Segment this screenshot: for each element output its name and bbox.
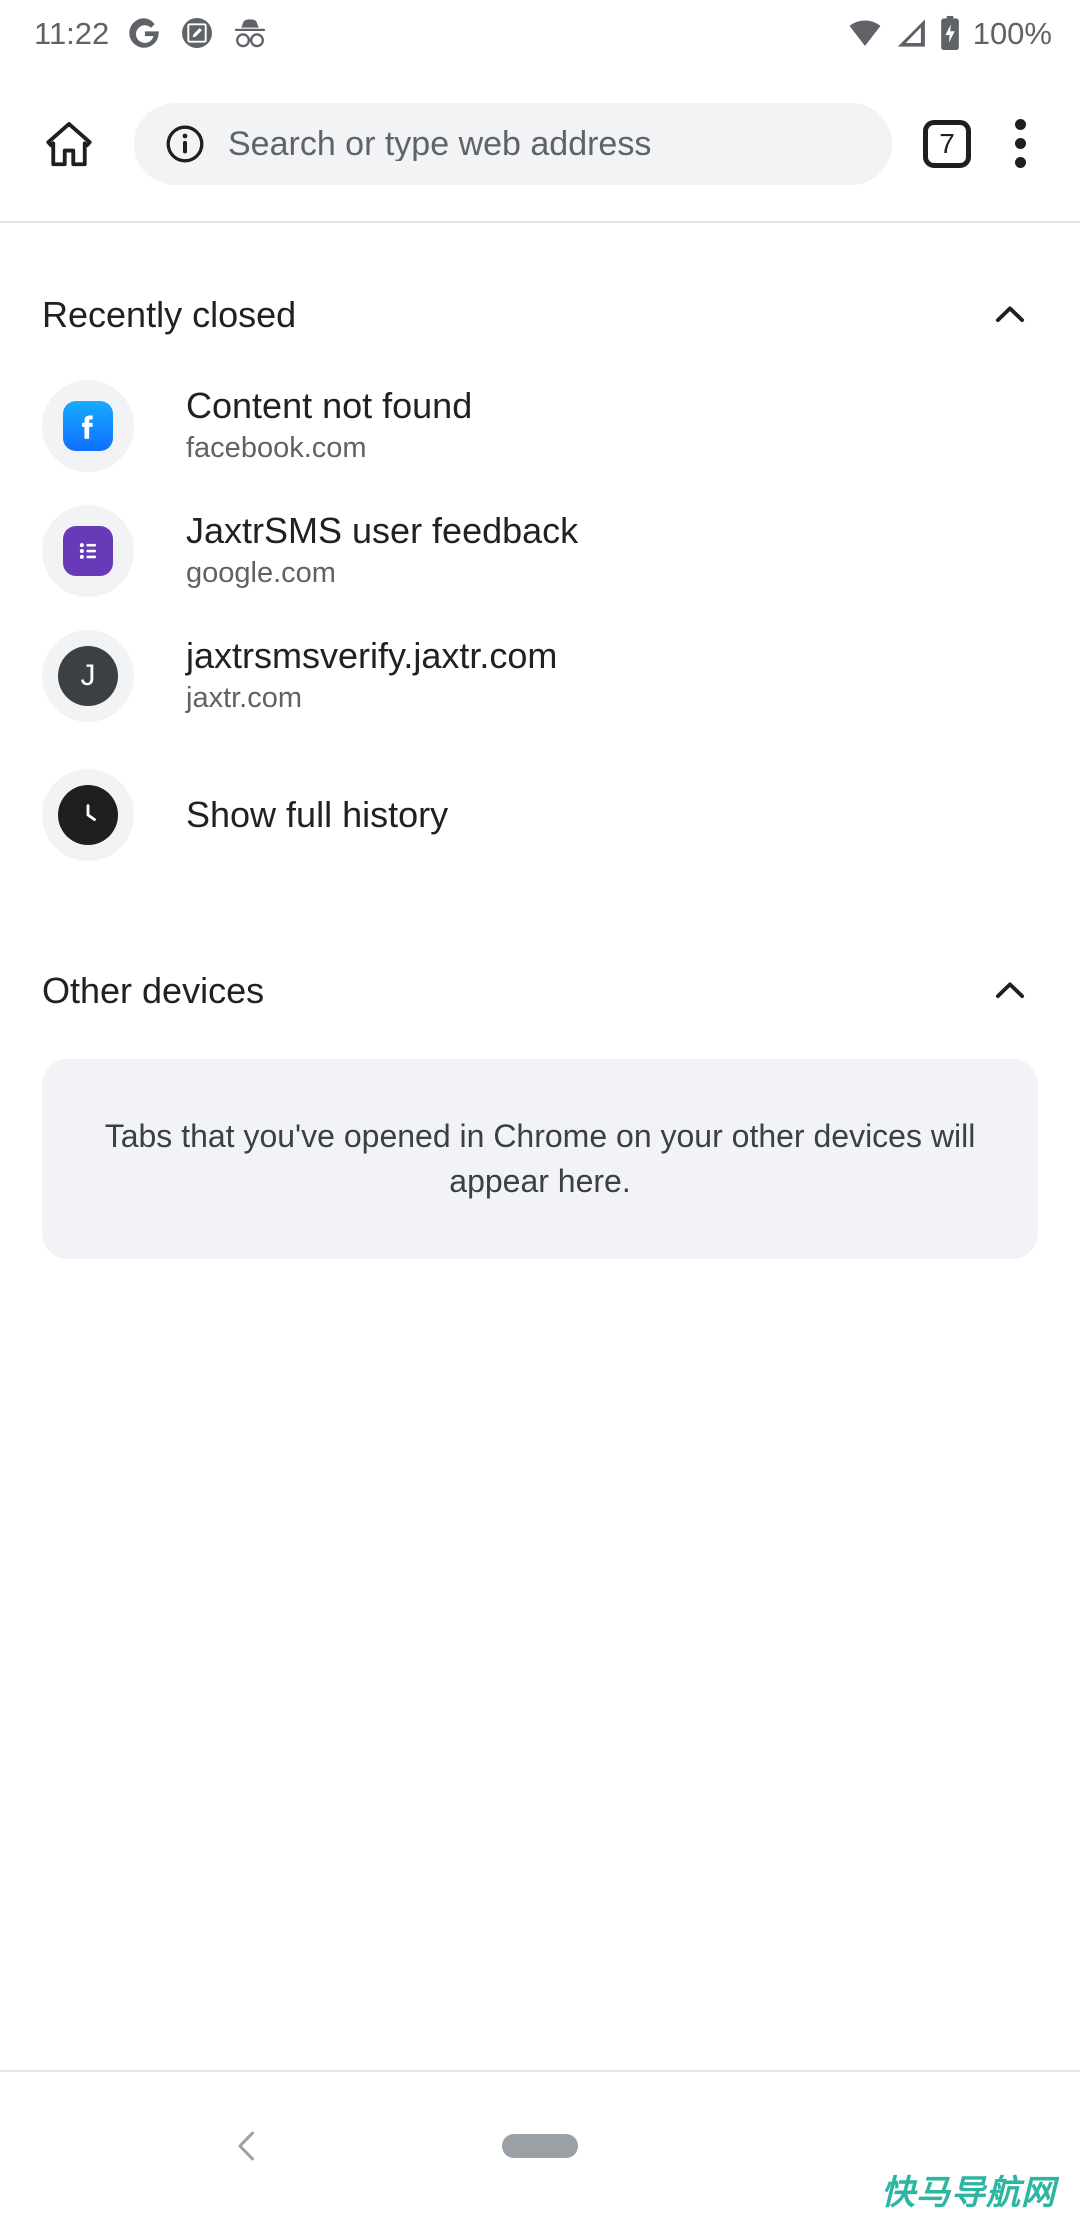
status-bar: 11:22 100% [0, 0, 1080, 66]
cellular-signal-icon [893, 16, 929, 50]
incognito-icon [232, 17, 268, 49]
phone-screen: 11:22 100% Search or type web address 7 … [0, 0, 1080, 2220]
other-devices-empty-message: Tabs that you've opened in Chrome on you… [104, 1117, 976, 1199]
other-devices-empty-card: Tabs that you've opened in Chrome on you… [42, 1059, 1038, 1259]
section-header-recently-closed[interactable]: Recently closed [0, 267, 1080, 363]
page-info-icon[interactable] [164, 123, 206, 165]
home-button[interactable] [30, 105, 108, 183]
favicon-container [42, 379, 134, 472]
list-item-title: jaxtrsmsverify.jaxtr.com [186, 634, 558, 676]
list-item-title: Content not found [186, 384, 473, 426]
menu-dot-icon [1014, 138, 1026, 149]
overflow-menu-button[interactable] [982, 106, 1058, 182]
clock-icon [58, 784, 118, 845]
section-title-recently-closed: Recently closed [42, 294, 297, 335]
favicon-container [42, 504, 134, 597]
menu-dot-icon [1014, 119, 1026, 130]
google-icon [126, 15, 162, 51]
omnibox-placeholder-text: Search or type web address [228, 126, 652, 161]
tab-switcher-button[interactable]: 7 [912, 109, 982, 179]
chevron-up-icon [995, 306, 1025, 323]
tab-count-label: 7 [939, 127, 955, 159]
section-header-other-devices[interactable]: Other devices [0, 943, 1080, 1039]
history-content: Recently closed Content not found facebo… [0, 223, 1080, 2070]
nav-back-button[interactable] [218, 2116, 278, 2176]
list-item-text: Show full history [186, 795, 448, 835]
status-clock: 11:22 [34, 15, 110, 51]
collapse-toggle-other-devices[interactable] [982, 963, 1038, 1019]
watermark-label: 快马导航网 [881, 2174, 1056, 2212]
nav-home-pill[interactable] [502, 2134, 578, 2158]
list-item-domain: jaxtr.com [186, 682, 303, 715]
list-item[interactable]: J jaxtrsmsverify.jaxtr.com jaxtr.com [0, 613, 1080, 738]
screenshot-markup-icon [179, 15, 215, 51]
show-full-history-label: Show full history [186, 793, 449, 835]
wifi-icon [846, 16, 884, 50]
google-forms-favicon [63, 525, 113, 576]
favicon-container: J [42, 629, 134, 722]
chevron-left-icon [238, 2131, 255, 2161]
collapse-toggle-recently-closed[interactable] [982, 287, 1038, 343]
omnibox[interactable]: Search or type web address [134, 102, 892, 185]
list-item-text: JaxtrSMS user feedback google.com [186, 511, 578, 590]
letter-favicon: J [58, 645, 118, 706]
list-item-domain: facebook.com [186, 432, 367, 465]
tab-counter-icon: 7 [923, 119, 971, 168]
list-item-text: Content not found facebook.com [186, 386, 472, 465]
battery-charging-icon [938, 15, 962, 51]
show-full-history-row[interactable]: Show full history [0, 752, 1080, 877]
browser-toolbar: Search or type web address 7 [0, 66, 1080, 221]
list-item-text: jaxtrsmsverify.jaxtr.com jaxtr.com [186, 636, 557, 715]
facebook-favicon [63, 400, 113, 451]
battery-percent-label: 100% [972, 15, 1052, 51]
favicon-container [42, 768, 134, 861]
status-bar-right: 100% [846, 15, 1052, 51]
home-icon [46, 121, 92, 166]
list-item[interactable]: JaxtrSMS user feedback google.com [0, 488, 1080, 613]
list-item[interactable]: Content not found facebook.com [0, 363, 1080, 488]
system-navigation-bar: 快马导航网 [0, 2072, 1080, 2220]
status-bar-left: 11:22 [34, 15, 268, 51]
section-title-other-devices: Other devices [42, 970, 265, 1011]
list-item-title: JaxtrSMS user feedback [186, 509, 579, 551]
list-item-domain: google.com [186, 557, 336, 590]
chevron-up-icon [995, 982, 1025, 999]
menu-dot-icon [1014, 157, 1026, 168]
